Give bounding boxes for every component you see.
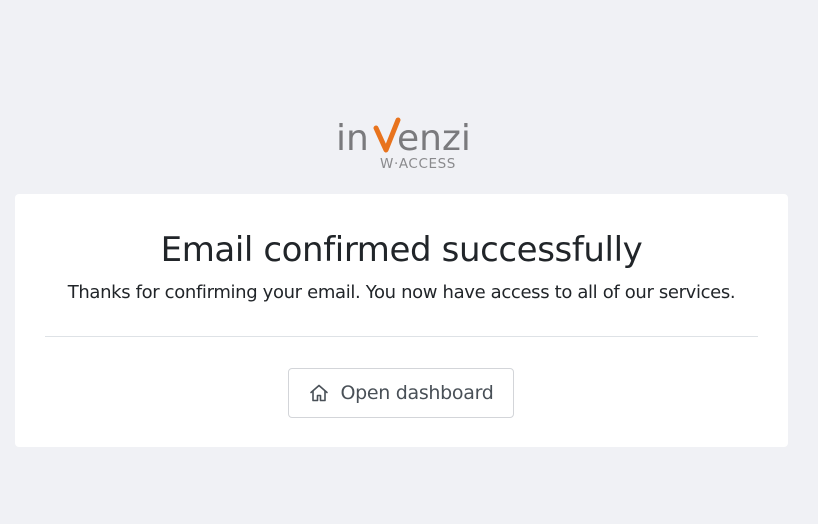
home-icon <box>308 382 330 404</box>
logo-check-mark <box>373 117 401 153</box>
open-dashboard-button[interactable]: Open dashboard <box>288 368 514 418</box>
logo-text-part1: in <box>336 118 369 159</box>
confirmation-message: Thanks for confirming your email. You no… <box>67 282 736 303</box>
page: in enzi W·ACCESS Email confirmed success… <box>0 0 818 524</box>
page-title: Email confirmed successfully <box>160 230 643 270</box>
confirmation-card: Email confirmed successfully Thanks for … <box>15 194 788 447</box>
logo-text-part2: enzi <box>397 118 468 159</box>
logo-product: W·ACCESS <box>380 156 456 172</box>
invenzi-logo: in enzi W·ACCESS <box>336 114 468 172</box>
open-dashboard-label: Open dashboard <box>340 382 494 404</box>
divider <box>45 336 758 337</box>
